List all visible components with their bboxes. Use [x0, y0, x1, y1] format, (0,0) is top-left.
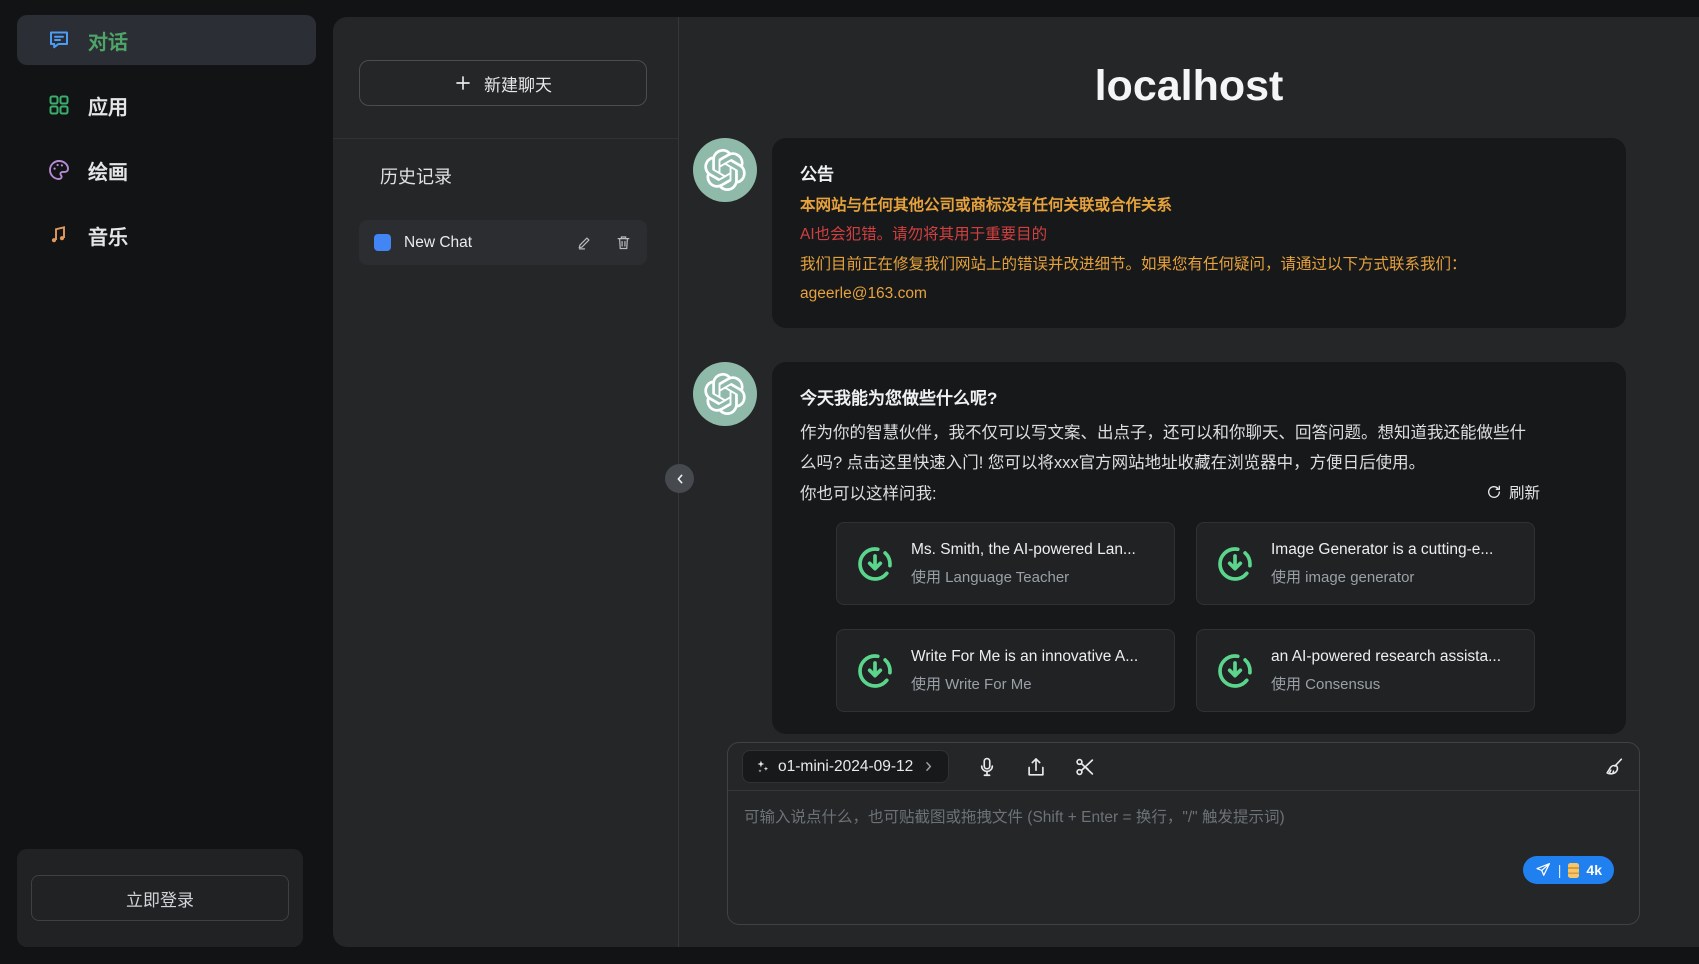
upload-button[interactable] [1025, 756, 1047, 778]
screenshot-button[interactable] [1074, 756, 1096, 778]
new-chat-button[interactable]: 新建聊天 [359, 60, 647, 106]
chevron-left-icon [672, 471, 688, 487]
message-row: 今天我能为您做些什么呢? 作为你的智慧伙伴，我不仅可以写文案、出点子，还可以和你… [693, 362, 1626, 734]
sidebar-item-music[interactable]: 音乐 [17, 210, 316, 260]
suggestion-card[interactable]: an AI-powered research assista... 使用 Con… [1196, 629, 1535, 712]
sidebar-item-drawing[interactable]: 绘画 [17, 145, 316, 195]
history-heading: 历史记录 [380, 163, 652, 189]
suggestion-card[interactable]: Ms. Smith, the AI-powered Lan... 使用 Lang… [836, 522, 1175, 605]
chat-color-swatch [374, 234, 391, 251]
sidebar-item-label: 应用 [88, 91, 128, 120]
assistant-avatar [693, 362, 757, 426]
model-name: o1-mini-2024-09-12 [778, 758, 913, 776]
paper-plane-icon [1535, 862, 1551, 878]
sparkles-icon [755, 759, 770, 774]
suggestion-card[interactable]: Image Generator is a cutting-e... 使用 ima… [1196, 522, 1535, 605]
refresh-icon [1486, 484, 1502, 500]
page-title: localhost [679, 62, 1699, 110]
contact-email[interactable]: ageerle@163.com [800, 283, 1598, 305]
sidebar-item-apps[interactable]: 应用 [17, 80, 316, 130]
announcement-line: 本网站与任何其他公司或商标没有任何关联或合作关系 [800, 195, 1598, 217]
collapse-sidebar-button[interactable] [665, 464, 694, 493]
refresh-button[interactable]: 刷新 [1486, 481, 1540, 503]
send-divider: | [1558, 862, 1562, 878]
sidebar-item-label: 对话 [88, 26, 128, 55]
history-item[interactable]: New Chat [359, 220, 647, 265]
palette-icon [47, 158, 71, 182]
install-circle-icon [1215, 544, 1255, 584]
welcome-title: 今天我能为您做些什么呢? [800, 384, 1540, 409]
edit-chat-button[interactable] [576, 234, 593, 251]
announcement-line: 我们目前正在修复我们网站上的错误并改进细节。如果您有任何疑问，请通过以下方式联系… [800, 254, 1598, 276]
sidebar-item-chat[interactable]: 对话 [17, 15, 316, 65]
login-button[interactable]: 立即登录 [31, 875, 289, 921]
trash-icon [615, 234, 632, 251]
composer-body: | 4k [728, 791, 1639, 924]
login-panel: 立即登录 [17, 849, 303, 947]
sidebar-item-label: 音乐 [88, 221, 128, 250]
new-chat-label: 新建聊天 [484, 71, 552, 96]
composer-toolbar: o1-mini-2024-09-12 [728, 743, 1639, 791]
workspace: 新建聊天 历史记录 New Chat localhost [333, 17, 1699, 947]
refresh-label: 刷新 [1509, 481, 1540, 503]
send-button[interactable]: | 4k [1523, 856, 1614, 884]
plus-icon [454, 74, 472, 92]
announcement-line: AI也会犯错。请勿将其用于重要目的 [800, 224, 1598, 246]
model-selector[interactable]: o1-mini-2024-09-12 [742, 750, 949, 783]
history-item-title: New Chat [404, 234, 554, 252]
install-circle-icon [855, 544, 895, 584]
history-panel: 新建聊天 历史记录 New Chat [333, 17, 679, 947]
microphone-button[interactable] [976, 756, 998, 778]
announcement-bubble: 公告 本网站与任何其他公司或商标没有任何关联或合作关系 AI也会犯错。请勿将其用… [772, 138, 1626, 328]
chat-bubble-icon [47, 28, 71, 52]
message-input[interactable] [728, 791, 1639, 924]
card-subtitle: 使用 image generator [1271, 566, 1493, 587]
chat-area: localhost 公告 本网站与任何其他公司或商标没有任何关联或合作关系 AI… [679, 17, 1699, 947]
suggestion-cards: Ms. Smith, the AI-powered Lan... 使用 Lang… [836, 522, 1540, 712]
message-list: 公告 本网站与任何其他公司或商标没有任何关联或合作关系 AI也会犯错。请勿将其用… [679, 110, 1699, 734]
edit-pencil-icon [576, 234, 593, 251]
sidebar-item-label: 绘画 [88, 156, 128, 185]
microphone-icon [976, 756, 998, 778]
card-subtitle: 使用 Language Teacher [911, 566, 1136, 587]
broom-icon [1603, 756, 1625, 778]
token-count: 4k [1586, 862, 1602, 878]
install-circle-icon [1215, 651, 1255, 691]
prompt-line: 你也可以这样问我: [800, 480, 937, 504]
card-title: Image Generator is a cutting-e... [1271, 541, 1493, 559]
ask-row: 你也可以这样问我: 刷新 [800, 480, 1540, 504]
music-note-icon [47, 223, 71, 247]
composer: o1-mini-2024-09-12 [727, 742, 1640, 925]
sidebar: 对话 应用 绘画 音乐 立即登录 [0, 0, 333, 964]
message-row: 公告 本网站与任何其他公司或商标没有任何关联或合作关系 AI也会犯错。请勿将其用… [693, 138, 1626, 328]
chevron-right-icon [921, 759, 936, 774]
card-title: an AI-powered research assista... [1271, 648, 1501, 666]
card-subtitle: 使用 Write For Me [911, 673, 1138, 694]
coin-icon [1568, 863, 1579, 878]
welcome-body: 作为你的智慧伙伴，我不仅可以写文案、出点子，还可以和你聊天、回答问题。想知道我还… [800, 419, 1540, 478]
openai-logo-icon [704, 373, 746, 415]
card-title: Ms. Smith, the AI-powered Lan... [911, 541, 1136, 559]
card-title: Write For Me is an innovative A... [911, 648, 1138, 666]
suggestion-card[interactable]: Write For Me is an innovative A... 使用 Wr… [836, 629, 1175, 712]
welcome-bubble: 今天我能为您做些什么呢? 作为你的智慧伙伴，我不仅可以写文案、出点子，还可以和你… [772, 362, 1626, 734]
history-divider [333, 138, 678, 139]
clear-context-button[interactable] [1603, 756, 1625, 778]
upload-icon [1025, 756, 1047, 778]
assistant-avatar [693, 138, 757, 202]
card-subtitle: 使用 Consensus [1271, 673, 1501, 694]
install-circle-icon [855, 651, 895, 691]
app-grid-icon [47, 93, 71, 117]
scissors-icon [1074, 756, 1096, 778]
announcement-title: 公告 [800, 160, 1598, 185]
delete-chat-button[interactable] [615, 234, 632, 251]
openai-logo-icon [704, 149, 746, 191]
